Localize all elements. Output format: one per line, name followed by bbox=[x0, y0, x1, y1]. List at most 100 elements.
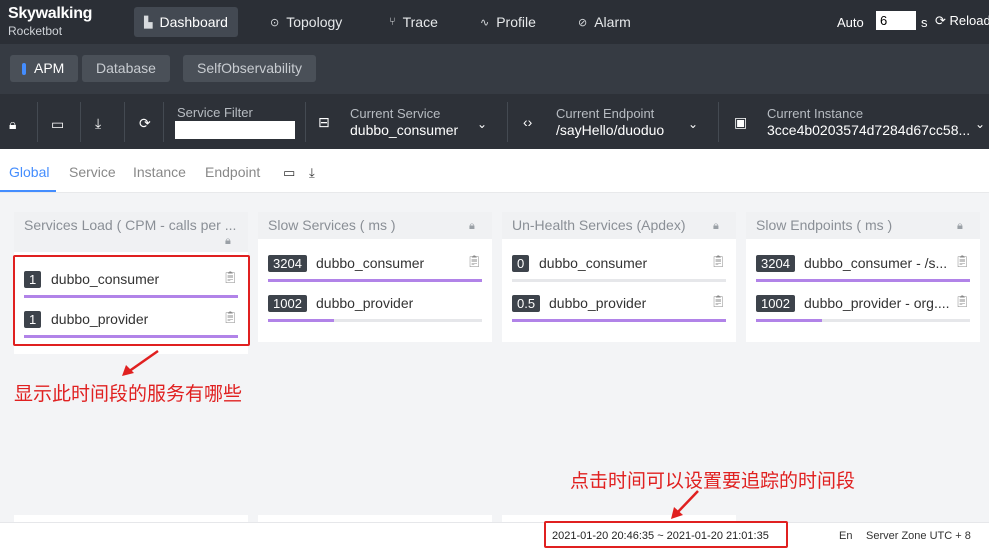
logo-subtitle: Rocketbot bbox=[8, 24, 63, 38]
progress-fill bbox=[268, 319, 335, 322]
refresh-icon[interactable]: ⟳ bbox=[139, 115, 151, 132]
folder-icon[interactable]: ▭ bbox=[283, 165, 295, 181]
divider bbox=[718, 102, 719, 142]
lock-icon[interactable]: 🔒︎ bbox=[713, 220, 719, 233]
current-endpoint-value[interactable]: /sayHello/duoduo bbox=[556, 122, 664, 138]
tab-service[interactable]: Service bbox=[69, 164, 116, 180]
progress-fill bbox=[268, 279, 482, 282]
value-badge: 3204 bbox=[756, 255, 795, 272]
nav-profile[interactable]: ∿ Profile bbox=[470, 7, 546, 37]
nav-label: Trace bbox=[402, 14, 438, 30]
annotation-box-time bbox=[544, 521, 788, 548]
tab-instance[interactable]: Instance bbox=[133, 164, 186, 180]
clipboard-icon[interactable]: 📋︎ bbox=[467, 254, 482, 268]
divider bbox=[305, 102, 306, 142]
progress-fill bbox=[512, 319, 726, 322]
progress-track bbox=[268, 319, 482, 322]
reload-button[interactable]: ⟳ Reload bbox=[935, 13, 989, 29]
nav-topology[interactable]: ⊙ Topology bbox=[260, 7, 352, 37]
logo-title: Skywalking bbox=[8, 5, 93, 22]
divider bbox=[80, 102, 81, 142]
auto-refresh-unit: s bbox=[921, 15, 928, 30]
subtab-database[interactable]: Database bbox=[82, 55, 170, 82]
divider bbox=[507, 102, 508, 142]
progress-track bbox=[756, 319, 970, 322]
value-badge: 1002 bbox=[756, 295, 795, 312]
divider bbox=[124, 102, 125, 142]
nav-label: Alarm bbox=[594, 14, 631, 30]
panel-title: Un-Health Services (Apdex) bbox=[502, 212, 736, 239]
trace-icon: ⑂ bbox=[389, 16, 396, 28]
service-filter-input[interactable] bbox=[175, 121, 295, 139]
value-badge: 0.5 bbox=[512, 295, 541, 312]
progress-track bbox=[512, 279, 726, 282]
folder-icon[interactable]: ▭ bbox=[51, 116, 64, 133]
lock-icon[interactable]: 🔒︎ bbox=[9, 116, 16, 133]
progress-track bbox=[268, 279, 482, 282]
dashboard-icon: ▙ bbox=[144, 16, 153, 29]
item-name: dubbo_provider - org.... bbox=[804, 295, 950, 311]
reload-label: Reload bbox=[949, 13, 989, 28]
auto-refresh-input[interactable] bbox=[876, 11, 916, 30]
annotation-text-time: 点击时间可以设置要追踪的时间段 bbox=[570, 470, 856, 492]
progress-track bbox=[512, 319, 726, 322]
panel-title: Services Load ( CPM - calls per ... bbox=[14, 212, 248, 252]
language-switch[interactable]: En bbox=[839, 530, 852, 542]
annotation-box-services bbox=[13, 255, 250, 346]
service-filter-label: Service Filter bbox=[177, 105, 253, 120]
active-tab-underline bbox=[0, 190, 56, 192]
current-instance-label: Current Instance bbox=[767, 106, 864, 121]
list-item[interactable]: 1002 dubbo_provider - org.... 📋︎ bbox=[756, 294, 970, 325]
item-name: dubbo_provider bbox=[549, 295, 647, 311]
chevron-down-icon[interactable]: ⌄ bbox=[688, 117, 698, 131]
clipboard-icon[interactable]: 📋︎ bbox=[955, 294, 970, 308]
server-zone[interactable]: Server Zone UTC + 8 bbox=[866, 530, 971, 542]
nav-trace[interactable]: ⑂ Trace bbox=[379, 7, 448, 37]
list-item[interactable]: 1002 dubbo_provider bbox=[268, 295, 482, 325]
value-badge: 1002 bbox=[268, 295, 307, 312]
clipboard-icon[interactable]: 📋︎ bbox=[711, 254, 726, 268]
subtab-apm[interactable]: APM bbox=[10, 55, 79, 82]
alarm-icon: ⊘ bbox=[578, 16, 588, 29]
app-logo[interactable]: Skywalking Rocketbot bbox=[8, 5, 93, 38]
item-name: dubbo_provider bbox=[316, 295, 414, 311]
current-service-value[interactable]: dubbo_consumer bbox=[350, 122, 458, 138]
item-name: dubbo_consumer bbox=[539, 255, 648, 271]
list-item[interactable]: 0 dubbo_consumer 📋︎ bbox=[512, 254, 726, 285]
current-instance-value[interactable]: 3cce4b0203574d7284d67cc58... bbox=[767, 122, 970, 138]
profile-icon: ∿ bbox=[480, 16, 490, 29]
nav-alarm[interactable]: ⊘ Alarm bbox=[568, 7, 641, 37]
chevron-down-icon[interactable]: ⌄ bbox=[975, 117, 985, 131]
tab-global[interactable]: Global bbox=[9, 164, 49, 180]
lock-icon[interactable]: 🔒︎ bbox=[469, 220, 475, 233]
list-item[interactable]: 3204 dubbo_consumer - /s... 📋︎ bbox=[756, 254, 970, 285]
service-icon: ⊟ bbox=[318, 114, 330, 130]
clipboard-icon[interactable]: 📋︎ bbox=[955, 254, 970, 268]
panel-title: Slow Services ( ms ) bbox=[258, 212, 492, 239]
annotation-arrow-time bbox=[671, 490, 699, 519]
instance-icon: ▣ bbox=[734, 114, 748, 130]
panel-title: Slow Endpoints ( ms ) bbox=[746, 212, 980, 239]
progress-fill bbox=[756, 279, 970, 282]
item-name: dubbo_consumer bbox=[316, 255, 425, 271]
annotation-text-services: 显示此时间段的服务有哪些 bbox=[14, 383, 243, 405]
download-icon[interactable]: ⤓ bbox=[95, 115, 101, 132]
nav-dashboard[interactable]: ▙ Dashboard bbox=[134, 7, 238, 37]
progress-fill bbox=[756, 319, 823, 322]
divider bbox=[37, 102, 38, 142]
clipboard-icon[interactable]: 📋︎ bbox=[711, 294, 726, 308]
lock-icon[interactable]: 🔒︎ bbox=[957, 220, 963, 233]
list-item[interactable]: 0.5 dubbo_provider 📋︎ bbox=[512, 294, 726, 325]
chevron-down-icon[interactable]: ⌄ bbox=[477, 117, 487, 131]
divider bbox=[163, 102, 164, 142]
tab-endpoint[interactable]: Endpoint bbox=[205, 164, 260, 180]
value-badge: 0 bbox=[512, 255, 530, 272]
subtab-selfobservability[interactable]: SelfObservability bbox=[183, 55, 317, 82]
lock-icon[interactable]: 🔒︎ bbox=[225, 235, 231, 248]
code-icon: ‹› bbox=[523, 114, 533, 130]
list-item[interactable]: 3204 dubbo_consumer 📋︎ bbox=[268, 254, 482, 285]
topology-icon: ⊙ bbox=[270, 16, 280, 29]
value-badge: 3204 bbox=[268, 255, 307, 272]
download-icon[interactable]: ⤓ bbox=[309, 165, 315, 181]
current-service-label: Current Service bbox=[350, 106, 441, 121]
